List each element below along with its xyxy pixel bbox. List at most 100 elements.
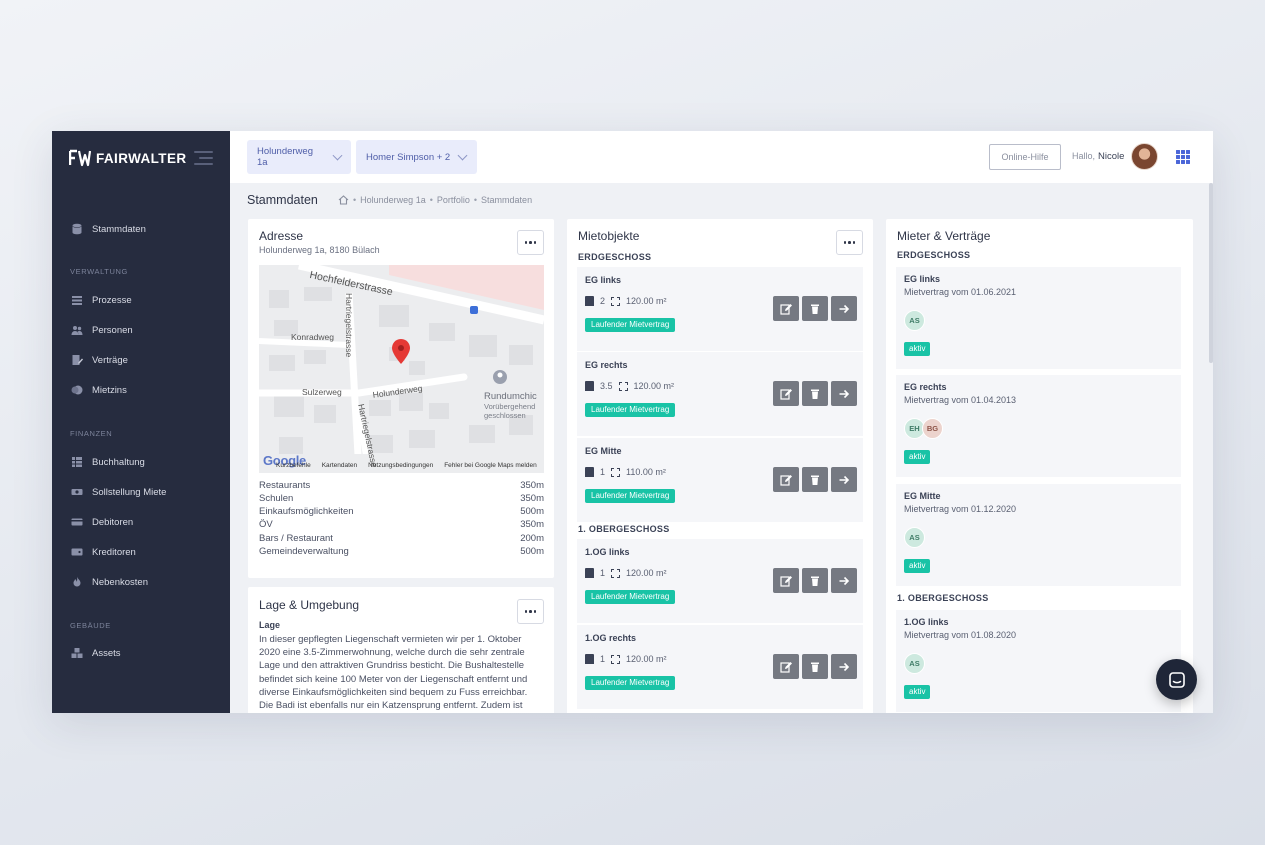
edit-icon [780, 388, 792, 400]
delete-button[interactable] [802, 381, 828, 406]
open-button[interactable] [831, 467, 857, 492]
chevron-down-icon [457, 150, 468, 160]
unit-meta: 1 120.00 m² [585, 654, 667, 664]
edit-icon [780, 661, 792, 673]
sidebar-item-nebenkosten[interactable]: Nebenkosten [71, 574, 148, 590]
trash-icon [811, 576, 819, 586]
expand-icon [611, 296, 621, 306]
map-footer-link[interactable]: Nutzungsbedingungen [368, 462, 433, 469]
unit-card[interactable]: EG links 2 120.00 m² Laufender Mietvertra… [577, 267, 863, 351]
amenity-row: Gemeindeverwaltung 500m [259, 546, 544, 557]
tenant-avatar[interactable]: AS [904, 527, 925, 548]
door-icon [585, 296, 594, 306]
unit-name: EG links [585, 275, 622, 285]
open-button[interactable] [831, 568, 857, 593]
amenity-row: Restaurants 350m [259, 480, 544, 491]
rental-units-more-button[interactable] [836, 230, 863, 255]
delete-button[interactable] [802, 568, 828, 593]
open-button[interactable] [831, 654, 857, 679]
contract-date: Mietvertrag vom 01.06.2021 [904, 287, 1017, 297]
edit-button[interactable] [773, 654, 799, 679]
contract-card[interactable]: EG rechts Mietvertrag vom 01.04.2013 EH … [896, 375, 1181, 477]
contract-card[interactable]: EG Mitte Mietvertrag vom 01.12.2020 AS a… [896, 484, 1181, 586]
unit-card[interactable]: 1.OG rechts 1 120.00 m² Laufender Mietver… [577, 625, 863, 709]
online-help-button[interactable]: Online-Hilfe [989, 144, 1061, 170]
tenant-avatar[interactable]: AS [904, 310, 925, 331]
edit-button[interactable] [773, 467, 799, 492]
unit-card[interactable]: EG rechts 3.5 120.00 m² Laufender Mietver… [577, 352, 863, 436]
arrow-right-icon [839, 389, 850, 398]
contract-card[interactable]: EG links Mietvertrag vom 01.06.2021 AS a… [896, 267, 1181, 369]
amenity-name: Schulen [259, 493, 294, 504]
sidebar-item-label: Stammdaten [92, 223, 146, 235]
unit-card[interactable]: 1.OG links 1 120.00 m² Laufender Mietvert… [577, 539, 863, 623]
page-scrollbar[interactable] [1209, 183, 1213, 363]
sidebar-item-vertraege[interactable]: Verträge [71, 352, 128, 368]
trash-icon [811, 389, 819, 399]
sidebar-item-assets[interactable]: Assets [71, 645, 121, 661]
breadcrumb-item[interactable]: Portfolio [437, 195, 470, 205]
unit-rooms: 1 [600, 568, 606, 578]
tenant-avatar[interactable]: BG [922, 418, 943, 439]
open-button[interactable] [831, 296, 857, 321]
tenants-card: Mieter & Verträge ERDGESCHOSS EG links M… [886, 219, 1193, 713]
edit-button[interactable] [773, 381, 799, 406]
status-badge: aktiv [904, 342, 931, 356]
delete-button[interactable] [802, 654, 828, 679]
unit-rooms: 1 [600, 654, 606, 664]
open-button[interactable] [831, 381, 857, 406]
sidebar-item-prozesse[interactable]: Prozesse [71, 292, 132, 308]
chat-button[interactable] [1156, 659, 1197, 700]
status-badge: aktiv [904, 450, 931, 464]
property-select[interactable]: Holunderweg 1a [247, 140, 351, 174]
expand-icon [618, 381, 628, 391]
delete-button[interactable] [802, 296, 828, 321]
sidebar-item-label: Personen [92, 324, 133, 336]
home-icon[interactable] [338, 195, 349, 205]
map-footer-link[interactable]: Fehler bei Google Maps melden [444, 462, 537, 469]
sidebar-item-mietzins[interactable]: Mietzins [71, 382, 127, 398]
sidebar-item-buchhaltung[interactable]: Buchhaltung [71, 454, 145, 470]
tenant-avatar[interactable]: AS [904, 653, 925, 674]
tenants-card-title: Mieter & Verträge [897, 229, 991, 243]
unit-name: 1.OG links [585, 547, 630, 557]
brand-logo[interactable]: FAIRWALTER [69, 147, 187, 169]
address-card: Adresse Holunderweg 1a, 8180 Bülach Hoch… [248, 219, 554, 578]
app-grid-icon[interactable] [1176, 150, 1190, 164]
edit-button[interactable] [773, 296, 799, 321]
breadcrumb-item[interactable]: Holunderweg 1a [360, 195, 426, 205]
trash-icon [811, 475, 819, 485]
unit-card[interactable]: EG Mitte 1 110.00 m² Laufender Mietvertra… [577, 438, 863, 522]
unit-area: 120.00 m² [626, 296, 667, 306]
map-footer-link[interactable]: Kurzbefehle [276, 462, 311, 469]
address-more-button[interactable] [517, 230, 544, 255]
map[interactable]: Hochfelderstrasse Hartriegelstrasse Konr… [259, 265, 544, 473]
edit-button[interactable] [773, 568, 799, 593]
location-subheading: Lage [259, 620, 281, 630]
map-canvas [259, 265, 544, 473]
delete-button[interactable] [802, 467, 828, 492]
amenity-distance: 500m [520, 546, 544, 557]
user-avatar[interactable] [1131, 143, 1158, 170]
person-select[interactable]: Homer Simpson + 2 [356, 140, 477, 174]
contract-date: Mietvertrag vom 01.12.2020 [904, 504, 1017, 514]
sidebar-item-debitoren[interactable]: Debitoren [71, 514, 133, 530]
sidebar-item-personen[interactable]: Personen [71, 322, 133, 338]
amenity-name: ÖV [259, 519, 273, 530]
map-footer-link[interactable]: Kartendaten [322, 462, 357, 469]
unit-area: 110.00 m² [626, 467, 666, 477]
menu-toggle-icon[interactable] [194, 151, 213, 165]
edit-icon [780, 474, 792, 486]
sidebar-item-sollstellung-miete[interactable]: Sollstellung Miete [71, 484, 166, 500]
door-icon [585, 654, 594, 664]
amenity-row: Bars / Restaurant 200m [259, 533, 544, 544]
rental-units-card: Mietobjekte ERDGESCHOSS EG links 2 120.00… [567, 219, 873, 713]
sidebar-item-kreditoren[interactable]: Kreditoren [71, 544, 136, 560]
amenity-name: Gemeindeverwaltung [259, 546, 349, 557]
sidebar-item-label: Prozesse [92, 294, 132, 306]
location-more-button[interactable] [517, 599, 544, 624]
contract-card[interactable]: 1.OG links Mietvertrag vom 01.08.2020 AS… [896, 610, 1181, 712]
expand-icon [611, 568, 621, 578]
sidebar-item-stammdaten[interactable]: Stammdaten [71, 221, 146, 237]
contract-unit-name: EG links [904, 274, 941, 284]
